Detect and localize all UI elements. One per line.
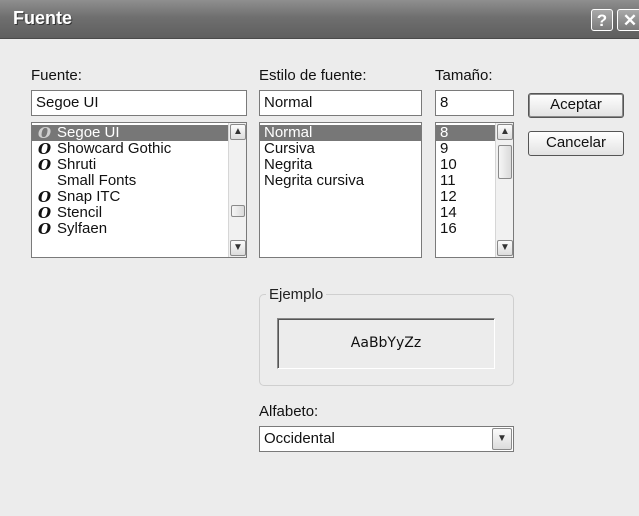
scroll-up-icon[interactable]: ▲ [230, 124, 246, 140]
font-list-item-label: Snap ITC [57, 188, 121, 205]
font-label: Fuente: [31, 67, 82, 84]
sample-text: AaBbYyZz [350, 335, 422, 351]
scroll-thumb[interactable] [231, 205, 245, 217]
style-list[interactable]: Normal Cursiva Negrita Negrita cursiva [259, 122, 422, 258]
style-value: Normal [264, 94, 313, 111]
size-list[interactable]: 8 9 10 11 12 14 16 ▲ ▼ [435, 122, 514, 258]
font-list-item[interactable]: Small Fonts [32, 173, 228, 189]
ok-button[interactable]: Aceptar [528, 93, 624, 118]
style-list-item[interactable]: Normal [260, 125, 421, 141]
size-list-item[interactable]: 16 [436, 221, 495, 237]
script-select[interactable]: Occidental ▼ [259, 426, 514, 452]
size-list-item[interactable]: 11 [436, 173, 495, 189]
title-bar[interactable]: Fuente ? ✕ [0, 0, 639, 39]
size-list-item[interactable]: 10 [436, 157, 495, 173]
help-button[interactable]: ? [591, 9, 613, 31]
style-list-item[interactable]: Cursiva [260, 141, 421, 157]
font-list-item[interactable]: O Showcard Gothic [32, 140, 228, 158]
size-list-item[interactable]: 12 [436, 189, 495, 205]
font-list-item-label: Shruti [57, 156, 97, 173]
font-list-item-label: Sylfaen [57, 220, 108, 237]
scroll-up-icon[interactable]: ▲ [497, 124, 513, 140]
font-name-value: Segoe UI [36, 94, 99, 111]
font-type-icon: O [38, 140, 52, 158]
close-button[interactable]: ✕ [617, 9, 639, 31]
font-name-input[interactable]: Segoe UI [31, 90, 247, 116]
scroll-down-icon[interactable]: ▼ [230, 240, 246, 256]
font-type-icon: O [38, 188, 52, 206]
font-dialog: Fuente ? ✕ Fuente: Segoe UI O Segoe UI O Sh… [0, 0, 639, 516]
size-value: 8 [440, 94, 449, 111]
size-list-item[interactable]: 9 [436, 141, 495, 157]
font-list-item-label: Small Fonts [57, 172, 137, 189]
sample-group-title: Ejemplo [266, 286, 327, 303]
size-label: Tamaño: [435, 67, 493, 84]
style-label: Estilo de fuente: [259, 67, 367, 84]
script-label: Alfabeto: [259, 403, 319, 420]
size-list-item[interactable]: 14 [436, 205, 495, 221]
font-list-item-label: Showcard Gothic [57, 140, 172, 157]
font-list-item[interactable]: O Segoe UI [32, 125, 228, 141]
font-type-icon: O [38, 204, 52, 222]
script-value: Occidental [264, 430, 335, 447]
font-list[interactable]: O Segoe UI O Showcard Gothic O Shruti Small Fo… [31, 122, 247, 258]
font-list-item[interactable]: O Sylfaen [32, 220, 228, 238]
style-input[interactable]: Normal [259, 90, 422, 116]
cancel-button[interactable]: Cancelar [528, 131, 624, 156]
chevron-down-icon[interactable]: ▼ [492, 428, 512, 450]
font-list-item[interactable]: O Shruti [32, 156, 228, 174]
help-icon: ? [596, 11, 608, 30]
style-list-item[interactable]: Negrita cursiva [260, 173, 421, 189]
size-list-item[interactable]: 8 [436, 125, 495, 141]
font-list-item[interactable]: O Stencil [32, 204, 228, 222]
style-list-item[interactable]: Negrita [260, 157, 421, 173]
scroll-down-icon[interactable]: ▼ [497, 240, 513, 256]
font-list-item-label: Segoe UI [57, 124, 120, 141]
close-icon: ✕ [622, 11, 638, 30]
scroll-thumb[interactable] [498, 145, 512, 179]
size-list-scrollbar[interactable]: ▲ ▼ [495, 123, 513, 257]
dialog-title: Fuente [13, 8, 73, 28]
font-list-item[interactable]: O Snap ITC [32, 188, 228, 206]
font-list-scrollbar[interactable]: ▲ ▼ [228, 123, 246, 257]
font-type-icon: O [38, 156, 52, 174]
font-type-icon: O [38, 220, 52, 238]
font-list-item-label: Stencil [57, 204, 103, 221]
sample-preview: AaBbYyZz [277, 318, 495, 369]
size-input[interactable]: 8 [435, 90, 514, 116]
font-type-icon: O [38, 124, 52, 142]
